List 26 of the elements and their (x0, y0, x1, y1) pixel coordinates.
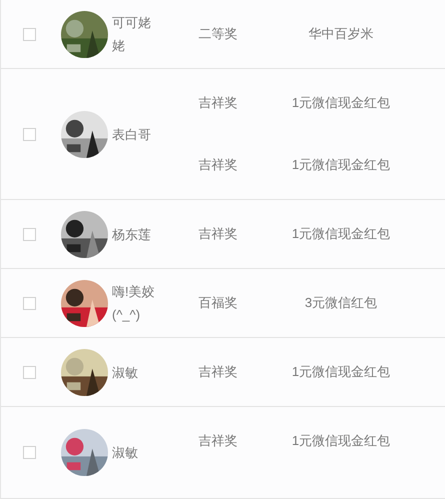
prize-reward: 1元微信现金红包 (290, 156, 392, 174)
prize-level: 吉祥奖 (198, 225, 238, 244)
prize-level: 二等奖 (198, 25, 238, 44)
prize-level: 吉祥奖 (198, 156, 238, 174)
user-name: 淑敏 (112, 364, 139, 382)
checkbox[interactable] (23, 28, 36, 40)
checkbox[interactable] (23, 446, 36, 459)
user-name: 杨东莲 (112, 226, 152, 244)
prize-reward: 1元微信现金红包 (290, 94, 392, 112)
prize-reward: 1元微信现金红包 (290, 225, 392, 244)
user-name: 嗨!美姣(^_^) (112, 283, 156, 324)
prize-reward: 1元微信现金红包 (290, 432, 392, 450)
prize-level: 吉祥奖 (198, 363, 238, 382)
prize-level: 百福奖 (198, 294, 238, 312)
prize-reward: 1元微信现金红包 (290, 363, 392, 382)
prize-level: 吉祥奖 (198, 94, 238, 112)
checkbox[interactable] (23, 128, 36, 140)
user-name: 淑敏 (112, 444, 139, 462)
prize-reward: 华中百岁米 (308, 25, 374, 44)
checkbox[interactable] (23, 228, 36, 240)
user-name: 表白哥 (112, 126, 152, 144)
prize-reward: 3元微信红包 (304, 294, 378, 312)
user-name: 可可姥姥 (112, 14, 152, 55)
checkbox[interactable] (23, 296, 36, 310)
prize-level: 吉祥奖 (198, 432, 238, 450)
checkbox[interactable] (23, 366, 36, 378)
